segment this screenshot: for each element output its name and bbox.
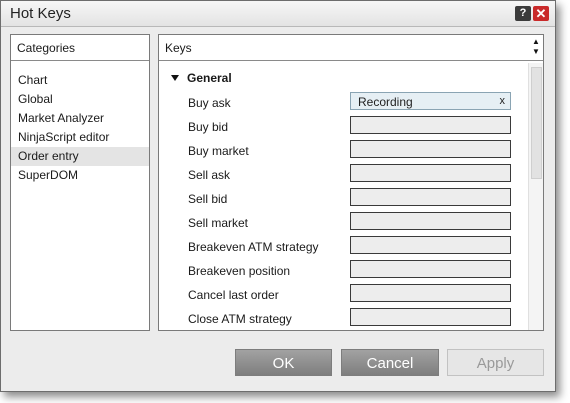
hot-keys-window: Hot Keys ? ✕ Categories Chart Global Mar… <box>0 0 556 392</box>
key-label: Sell bid <box>188 192 228 206</box>
key-label: Cancel last order <box>188 288 279 302</box>
ok-button[interactable]: OK <box>235 349 332 376</box>
key-row-buy-ask: Buy ask Recording x <box>159 91 529 115</box>
category-item-global[interactable]: Global <box>11 90 149 109</box>
keys-header-label: Keys <box>165 41 192 55</box>
category-item-chart[interactable]: Chart <box>11 71 149 90</box>
collapse-triangle-icon[interactable] <box>171 75 179 81</box>
key-label: Breakeven position <box>188 264 291 278</box>
keys-header: Keys ▲ ▼ <box>159 35 543 61</box>
category-item-superdom[interactable]: SuperDOM <box>11 166 149 185</box>
key-label: Sell ask <box>188 168 231 182</box>
help-button[interactable]: ? <box>515 6 531 21</box>
key-rows: Buy ask Recording x Buy bid Buy market S… <box>159 91 529 331</box>
categories-header: Categories <box>11 35 149 61</box>
categories-header-label: Categories <box>17 41 76 55</box>
scroll-down-icon[interactable]: ▼ <box>530 47 542 57</box>
title-bar: Hot Keys ? ✕ <box>1 1 555 27</box>
key-row-buy-bid: Buy bid <box>159 115 529 139</box>
hotkey-field-sell-market[interactable] <box>350 212 511 230</box>
group-label: General <box>187 71 232 85</box>
key-label: Sell market <box>188 216 249 230</box>
key-row-close-atm-strategy: Close ATM strategy <box>159 307 529 331</box>
window-title: Hot Keys <box>10 5 71 22</box>
keys-scrollbar-thumb[interactable] <box>531 67 542 179</box>
hotkey-field-close-atm-strategy[interactable] <box>350 308 511 326</box>
hotkey-field-breakeven-atm-strategy[interactable] <box>350 236 511 254</box>
key-row-breakeven-position: Breakeven position <box>159 259 529 283</box>
key-row-sell-ask: Sell ask <box>159 163 529 187</box>
hotkey-field-sell-bid[interactable] <box>350 188 511 206</box>
hotkey-field-buy-bid[interactable] <box>350 116 511 134</box>
key-row-breakeven-atm-strategy: Breakeven ATM strategy <box>159 235 529 259</box>
key-row-sell-market: Sell market <box>159 211 529 235</box>
cancel-button[interactable]: Cancel <box>341 349 439 376</box>
key-row-sell-bid: Sell bid <box>159 187 529 211</box>
hotkey-field-sell-ask[interactable] <box>350 164 511 182</box>
keys-panel: Keys ▲ ▼ General Buy ask Recording x Buy… <box>158 34 544 331</box>
hotkey-field-cancel-last-order[interactable] <box>350 284 511 302</box>
recording-text: Recording <box>358 95 413 109</box>
categories-panel: Categories Chart Global Market Analyzer … <box>10 34 150 331</box>
key-label: Buy ask <box>188 96 231 110</box>
apply-button[interactable]: Apply <box>447 349 544 376</box>
key-label: Buy bid <box>188 120 229 134</box>
category-item-market-analyzer[interactable]: Market Analyzer <box>11 109 149 128</box>
hotkey-field-buy-ask[interactable]: Recording x <box>350 92 511 110</box>
clear-hotkey-button[interactable]: x <box>500 95 506 107</box>
key-label: Buy market <box>188 144 249 158</box>
scroll-up-icon[interactable]: ▲ <box>530 37 542 47</box>
scroll-arrows: ▲ ▼ <box>530 37 542 57</box>
key-label: Breakeven ATM strategy <box>188 240 319 254</box>
category-item-order-entry[interactable]: Order entry <box>11 147 149 166</box>
key-row-cancel-last-order: Cancel last order <box>159 283 529 307</box>
keys-scrollbar[interactable] <box>528 63 543 330</box>
key-row-buy-market: Buy market <box>159 139 529 163</box>
hotkey-field-breakeven-position[interactable] <box>350 260 511 278</box>
close-button[interactable]: ✕ <box>533 6 549 21</box>
key-label: Close ATM strategy <box>188 312 292 326</box>
category-list: Chart Global Market Analyzer NinjaScript… <box>11 71 149 185</box>
hotkey-field-buy-market[interactable] <box>350 140 511 158</box>
category-item-ninjascript-editor[interactable]: NinjaScript editor <box>11 128 149 147</box>
group-header-general[interactable]: General <box>171 71 232 85</box>
